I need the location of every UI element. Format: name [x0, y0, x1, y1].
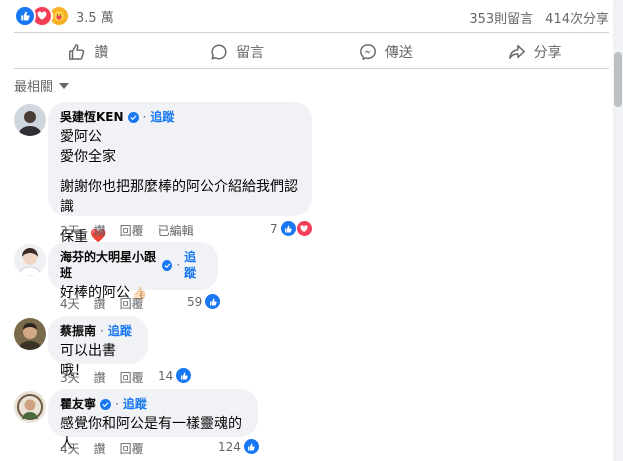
comment-like-link[interactable]: 讚: [94, 222, 106, 239]
separator-dot: ·: [115, 397, 119, 411]
comment-reply-link[interactable]: 回覆: [120, 369, 144, 386]
avatar[interactable]: [14, 318, 46, 350]
comment-text-line: 愛你全家: [60, 149, 116, 165]
comment-author[interactable]: 瞿友寧: [60, 396, 96, 412]
send-button[interactable]: 傳送: [312, 37, 461, 67]
separator-dot: ·: [176, 258, 181, 272]
comment-reply-link[interactable]: 回覆: [120, 222, 144, 239]
comment-like-link[interactable]: 讚: [94, 440, 106, 457]
shares-count[interactable]: 414次分享: [545, 8, 609, 27]
verified-badge-icon: [100, 398, 112, 410]
comment-meta: 4天 讚 回覆: [60, 295, 144, 312]
send-button-label: 傳送: [384, 45, 413, 61]
caret-down-icon: [59, 82, 70, 89]
like-reaction-icon: [175, 367, 193, 384]
avatar[interactable]: [14, 104, 46, 136]
reaction-number: 124: [218, 439, 241, 454]
divider-top: [14, 32, 609, 33]
like-button[interactable]: 讚: [14, 37, 163, 67]
comment-author[interactable]: 蔡振南: [60, 323, 96, 339]
verified-badge-icon: [162, 259, 173, 271]
comment-reply-link[interactable]: 回覆: [120, 440, 144, 457]
comment-meta: 3天 讚 回覆 已編輯: [60, 222, 194, 239]
like-reaction-icon: [242, 438, 260, 455]
separator-dot: ·: [100, 324, 104, 338]
sort-label: 最相關: [14, 80, 54, 95]
comment-time[interactable]: 3天: [60, 369, 80, 386]
comment-reaction-count[interactable]: 59: [187, 293, 222, 310]
comment-meta: 3天 讚 回覆: [60, 369, 144, 386]
comment-reaction-count[interactable]: 7: [270, 220, 313, 237]
comment-reaction-count[interactable]: 14: [158, 367, 193, 384]
comment-meta: 4天 讚 回覆: [60, 440, 144, 457]
share-button-label: 分享: [533, 45, 562, 61]
comment-bubble: 海芬的大明星小跟班 · 追蹤 好棒的阿公 👍🏻: [48, 242, 218, 301]
comment-like-link[interactable]: 讚: [94, 369, 106, 386]
separator-dot: ·: [142, 110, 147, 124]
comment-button[interactable]: 留言: [163, 37, 312, 67]
follow-link[interactable]: 追蹤: [108, 323, 132, 339]
thumbs-up-icon: [69, 44, 85, 60]
avatar[interactable]: [14, 391, 46, 423]
reaction-summary[interactable]: 3.5 萬: [14, 5, 114, 27]
messenger-icon: [359, 44, 376, 60]
comment-time[interactable]: 4天: [60, 440, 80, 457]
post-stats: 353則留言 414次分享: [469, 8, 609, 27]
share-button[interactable]: 分享: [460, 37, 609, 67]
comment-author[interactable]: 海芬的大明星小跟班: [60, 249, 158, 281]
divider-bottom: [14, 68, 609, 69]
love-reaction-icon: [295, 220, 313, 237]
comment-text-line: 謝謝你也把那麼棒的阿公介紹給我們認識: [60, 179, 298, 215]
reaction-number: 7: [270, 221, 278, 236]
avatar[interactable]: [14, 244, 46, 276]
comment-author[interactable]: 吳建恆KEN: [60, 109, 124, 125]
comment-like-link[interactable]: 讚: [94, 295, 106, 312]
comment-reply-link[interactable]: 回覆: [120, 295, 144, 312]
comment-button-label: 留言: [236, 45, 265, 61]
like-reaction-icon: [204, 293, 222, 310]
like-reaction-icon: [14, 5, 36, 27]
reaction-number: 59: [187, 294, 203, 309]
comment-bubble: 吳建恆KEN · 追蹤 愛阿公 愛你全家 謝謝你也把那麼棒的阿公介紹給我們認識 …: [48, 102, 312, 245]
verified-badge-icon: [127, 111, 139, 123]
comment-time[interactable]: 3天: [60, 222, 80, 239]
scrollbar-thumb[interactable]: [614, 52, 622, 107]
comment-text-line: 愛阿公: [60, 129, 102, 145]
comment-bubble: 蔡振南 · 追蹤 可以出書哦！: [48, 316, 148, 379]
like-button-label: 讚: [94, 45, 109, 61]
share-arrow-icon: [508, 44, 525, 60]
reaction-number: 14: [158, 368, 174, 383]
post-action-bar: 讚 留言 傳送 分享: [14, 37, 609, 67]
speech-bubble-icon: [211, 44, 227, 60]
comment-bubble: 瞿友寧 · 追蹤 感覺你和阿公是有一樣靈魂的人: [48, 389, 258, 452]
like-reaction-icon: [279, 220, 297, 237]
follow-link[interactable]: 追蹤: [150, 109, 174, 125]
comments-count[interactable]: 353則留言: [469, 8, 533, 27]
comment-sort-dropdown[interactable]: 最相關: [14, 76, 70, 95]
edited-label: 已編輯: [157, 224, 194, 238]
comment-time[interactable]: 4天: [60, 295, 80, 312]
follow-link[interactable]: 追蹤: [123, 396, 147, 412]
reaction-total: 3.5 萬: [76, 10, 114, 26]
follow-link[interactable]: 追蹤: [184, 249, 206, 281]
comment-reaction-count[interactable]: 124: [218, 438, 260, 455]
